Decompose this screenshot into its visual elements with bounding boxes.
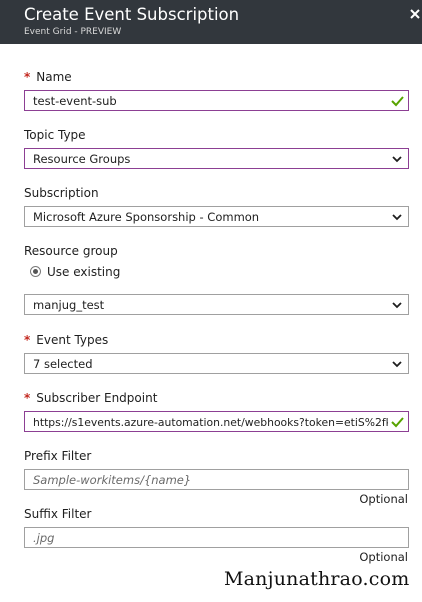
checkmark-icon <box>391 417 404 428</box>
subscription-value: Microsoft Azure Sponsorship - Common <box>33 210 260 224</box>
required-marker: * <box>24 70 31 84</box>
suffix-filter-optional: Optional <box>359 550 408 564</box>
close-icon[interactable] <box>408 5 422 23</box>
subscription-label: Subscription <box>24 186 99 200</box>
checkmark-icon <box>391 96 404 107</box>
subscriber-endpoint-input[interactable]: https://s1events.azure-automation.net/we… <box>24 411 409 432</box>
blade-title: Create Event Subscription <box>24 5 240 24</box>
suffix-filter-label: Suffix Filter <box>24 507 92 521</box>
radio-button[interactable] <box>30 266 41 277</box>
chevron-down-icon <box>392 214 402 221</box>
prefix-filter-optional: Optional <box>359 492 408 506</box>
subscription-dropdown[interactable]: Microsoft Azure Sponsorship - Common <box>24 206 409 227</box>
resource-group-label: Resource group <box>24 244 118 258</box>
event-types-label: * Event Types <box>24 333 109 347</box>
use-existing-label: Use existing <box>47 265 121 279</box>
name-input[interactable]: test-event-sub <box>24 90 409 111</box>
subscriber-endpoint-label: * Subscriber Endpoint <box>24 391 158 405</box>
suffix-filter-input[interactable]: .jpg <box>24 527 409 548</box>
resource-group-value: manjug_test <box>33 298 105 312</box>
chevron-down-icon <box>392 302 402 309</box>
topic-type-label: Topic Type <box>24 128 86 142</box>
prefix-filter-input[interactable]: Sample-workitems/{name} <box>24 469 409 490</box>
topic-type-value: Resource Groups <box>33 152 131 166</box>
name-label: * Name <box>24 70 72 84</box>
topic-type-dropdown[interactable]: Resource Groups <box>24 148 409 169</box>
prefix-filter-label: Prefix Filter <box>24 449 92 463</box>
required-marker: * <box>24 333 31 347</box>
chevron-down-icon <box>392 361 402 368</box>
name-value: test-event-sub <box>33 94 117 108</box>
blade-subtitle: Event Grid - PREVIEW <box>24 27 122 37</box>
blade-header: Create Event Subscription Event Grid - P… <box>0 0 422 44</box>
resource-group-dropdown[interactable]: manjug_test <box>24 294 409 315</box>
event-types-dropdown[interactable]: 7 selected <box>24 353 409 374</box>
watermark: Manjunathrao.com <box>224 568 410 590</box>
prefix-filter-placeholder: Sample-workitems/{name} <box>33 473 192 487</box>
chevron-down-icon <box>392 156 402 163</box>
required-marker: * <box>24 391 31 405</box>
subscriber-endpoint-value: https://s1events.azure-automation.net/we… <box>33 416 388 429</box>
suffix-filter-placeholder: .jpg <box>33 531 55 545</box>
event-types-value: 7 selected <box>33 357 93 371</box>
